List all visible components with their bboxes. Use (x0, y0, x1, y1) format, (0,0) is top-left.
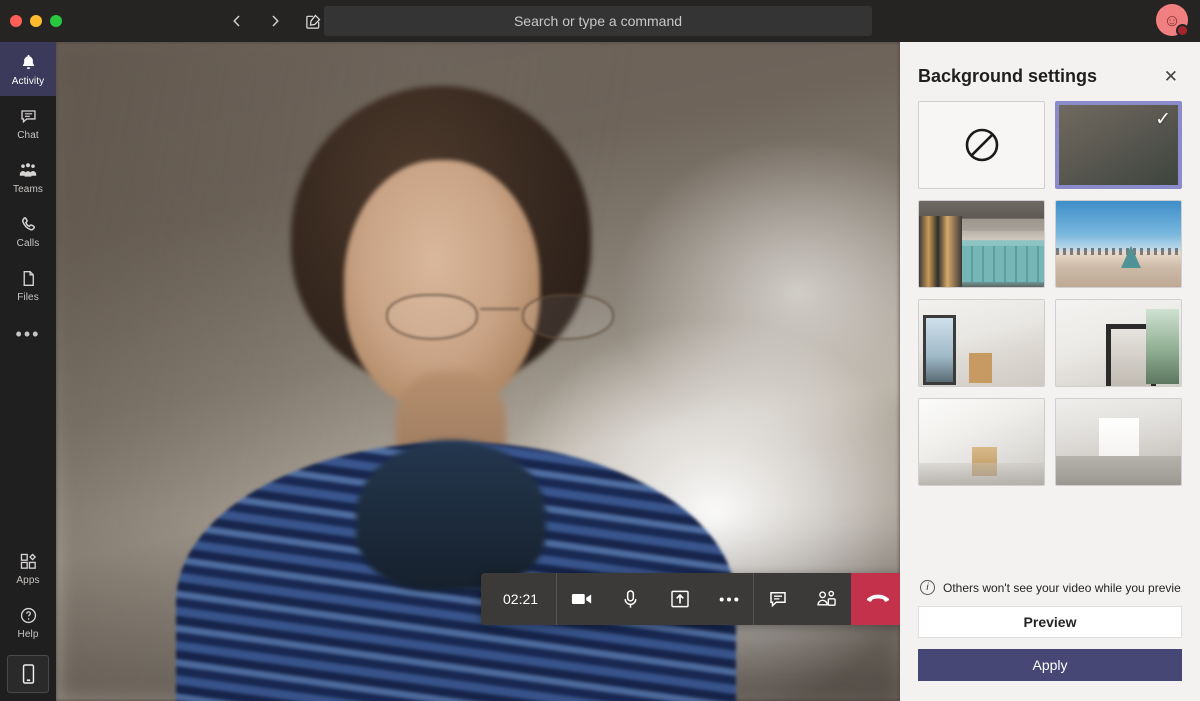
avatar[interactable]: ☺ (1156, 4, 1190, 38)
background-option-office-lockers[interactable] (918, 200, 1045, 288)
preview-button[interactable]: Preview (918, 606, 1182, 638)
glasses-lens-right (522, 294, 614, 340)
glasses-bridge (480, 308, 520, 310)
app-body: Activity Chat Teams Calls Files ••• Apps… (0, 42, 1200, 701)
glasses-lens-left (386, 294, 478, 340)
mobile-phone-icon[interactable] (7, 655, 49, 693)
participant-collar (356, 440, 546, 590)
sidebar-bottom-group: Apps Help (0, 541, 56, 701)
preview-notice-text: Others won't see your video while you pr… (943, 580, 1182, 595)
call-control-bar: 02:21 (481, 573, 900, 625)
background-option-white-room-window[interactable] (918, 299, 1045, 387)
sidebar-item-label: Activity (11, 75, 45, 87)
title-bar: Search or type a command ☺ (0, 0, 1200, 42)
panel-header: Background settings ✕ (900, 42, 1200, 89)
bell-icon (19, 52, 38, 74)
background-option-bright-loft[interactable] (918, 398, 1045, 486)
search-placeholder: Search or type a command (513, 13, 683, 29)
camera-button[interactable] (557, 573, 607, 625)
panel-footer: i Others won't see your video while you … (900, 576, 1200, 701)
compose-icon[interactable] (302, 8, 324, 34)
sidebar-item-apps[interactable]: Apps (0, 541, 56, 595)
video-stage: 02:21 (56, 42, 900, 701)
room2-thumbnail-art (1056, 300, 1181, 386)
background-option-room-doorway[interactable] (1055, 299, 1182, 387)
checkmark-icon: ✓ (1155, 109, 1171, 130)
microphone-button[interactable] (606, 573, 656, 625)
sidebar-more-button[interactable]: ••• (0, 312, 56, 356)
background-option-sunlit-gallery[interactable] (1055, 398, 1182, 486)
sidebar-item-chat[interactable]: Chat (0, 96, 56, 150)
apps-icon (19, 551, 38, 573)
sidebar-item-label: Teams (13, 183, 43, 195)
preview-notice: i Others won't see your video while you … (918, 576, 1182, 606)
close-icon[interactable]: ✕ (1160, 64, 1182, 89)
left-sidebar: Activity Chat Teams Calls Files ••• Apps… (0, 42, 56, 701)
participant-glasses (386, 292, 614, 344)
room3-thumbnail-art (919, 399, 1044, 485)
background-option-beach-lifeguard[interactable] (1055, 200, 1182, 288)
forward-button[interactable] (264, 8, 286, 34)
sidebar-item-label: Files (17, 291, 39, 303)
page-title: Background settings (918, 66, 1098, 86)
hangup-button[interactable] (851, 573, 900, 625)
background-thumbnail-grid: ✓ (900, 89, 1200, 486)
background-option-blur[interactable]: ✓ (1055, 101, 1182, 189)
beach-thumbnail-art (1056, 201, 1181, 287)
window-controls (0, 15, 62, 27)
apply-button[interactable]: Apply (918, 649, 1182, 681)
search-input[interactable]: Search or type a command (324, 6, 872, 36)
close-window-button[interactable] (10, 15, 22, 27)
sidebar-item-files[interactable]: Files (0, 258, 56, 312)
zoom-window-button[interactable] (50, 15, 62, 27)
teams-window: Search or type a command ☺ Activity Chat… (0, 0, 1200, 701)
help-icon (19, 605, 38, 627)
navigation-group (226, 0, 324, 42)
background-option-no-background[interactable] (918, 101, 1045, 189)
phone-icon (19, 214, 38, 236)
sidebar-item-help[interactable]: Help (0, 595, 56, 649)
teams-icon (18, 160, 38, 182)
sidebar-item-label: Help (17, 628, 39, 640)
sidebar-item-teams[interactable]: Teams (0, 150, 56, 204)
info-icon: i (920, 580, 935, 595)
participants-button[interactable] (802, 573, 852, 625)
chat-icon (19, 106, 38, 128)
sidebar-item-activity[interactable]: Activity (0, 42, 56, 96)
share-screen-button[interactable] (655, 573, 705, 625)
minimize-window-button[interactable] (30, 15, 42, 27)
office-thumbnail-art (919, 201, 1044, 287)
background-settings-panel: Background settings ✕ ✓ i Others won't s… (900, 42, 1200, 701)
files-icon (19, 268, 38, 290)
sidebar-item-label: Apps (16, 574, 40, 586)
more-actions-button[interactable] (704, 573, 754, 625)
room1-thumbnail-art (919, 300, 1044, 386)
sidebar-item-calls[interactable]: Calls (0, 204, 56, 258)
presence-badge (1176, 24, 1189, 37)
sidebar-item-label: Chat (17, 129, 39, 141)
no-background-icon (965, 128, 998, 162)
room4-thumbnail-art (1056, 399, 1181, 485)
call-timer: 02:21 (481, 573, 558, 625)
avatar-circle[interactable]: ☺ (1156, 4, 1189, 37)
back-button[interactable] (226, 8, 248, 34)
chat-button[interactable] (753, 573, 803, 625)
sidebar-item-label: Calls (16, 237, 40, 249)
